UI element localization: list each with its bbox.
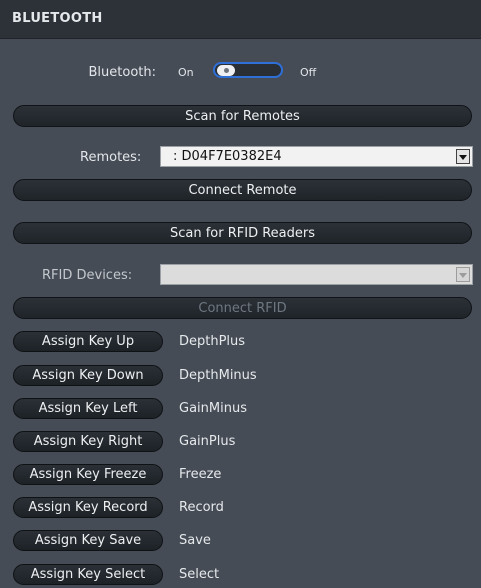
remotes-selected-value: : D04F7E0382E4	[173, 149, 282, 164]
dropdown-arrow-icon[interactable]	[456, 267, 470, 282]
key-freeze-value: Freeze	[179, 467, 222, 482]
key-left-value: GainMinus	[179, 401, 247, 416]
assign-key-save-button[interactable]: Assign Key Save	[13, 530, 163, 551]
assign-key-left-button[interactable]: Assign Key Left	[13, 398, 163, 419]
panel-title: BLUETOOTH	[12, 11, 103, 26]
assign-key-down-button[interactable]: Assign Key Down	[13, 365, 163, 386]
toggle-knob[interactable]	[217, 65, 235, 76]
assign-key-record-button[interactable]: Assign Key Record	[13, 497, 163, 518]
assign-key-freeze-button[interactable]: Assign Key Freeze	[13, 464, 163, 485]
rfid-devices-select[interactable]	[160, 264, 473, 285]
dropdown-arrow-icon[interactable]	[456, 149, 470, 164]
panel-header: BLUETOOTH	[0, 0, 481, 39]
remotes-select[interactable]: : D04F7E0382E4	[160, 146, 473, 167]
assign-key-right-button[interactable]: Assign Key Right	[13, 431, 163, 452]
connect-rfid-button[interactable]: Connect RFID	[13, 297, 472, 319]
scan-remotes-button[interactable]: Scan for Remotes	[13, 105, 472, 127]
bluetooth-toggle[interactable]	[213, 62, 283, 78]
key-down-value: DepthMinus	[179, 368, 257, 383]
toggle-on-label: On	[178, 66, 194, 79]
rfid-devices-label: RFID Devices:	[42, 268, 133, 283]
toggle-off-label: Off	[300, 66, 317, 79]
assign-key-up-button[interactable]: Assign Key Up	[13, 331, 163, 352]
key-select-value: Select	[179, 567, 220, 582]
scan-rfid-button[interactable]: Scan for RFID Readers	[13, 222, 472, 244]
connect-remote-button[interactable]: Connect Remote	[13, 179, 472, 201]
key-up-value: DepthPlus	[179, 334, 246, 349]
key-record-value: Record	[179, 500, 224, 515]
assign-key-select-button[interactable]: Assign Key Select	[13, 564, 163, 585]
key-right-value: GainPlus	[179, 434, 236, 449]
bluetooth-label: Bluetooth:	[88, 65, 157, 80]
key-save-value: Save	[179, 533, 211, 548]
remotes-label: Remotes:	[80, 150, 142, 165]
